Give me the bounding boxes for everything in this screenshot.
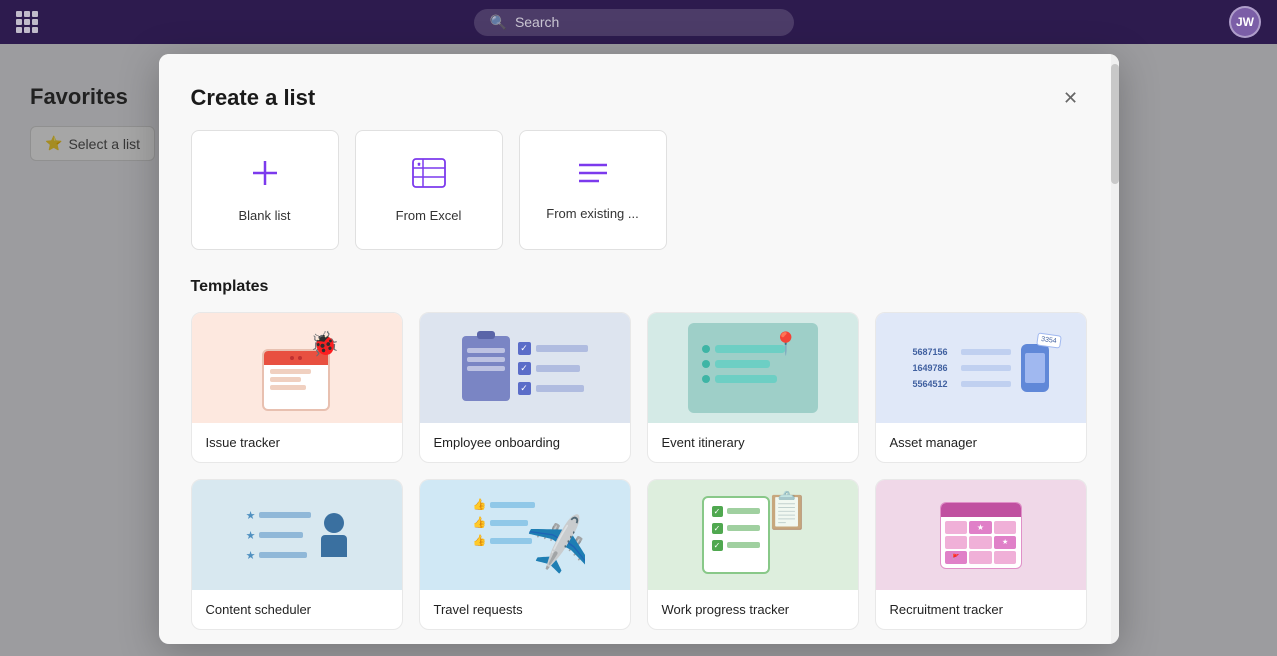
- from-excel-card[interactable]: From Excel: [355, 130, 503, 250]
- employee-onboarding-thumb: ✓ ✓ ✓: [420, 313, 630, 423]
- template-card-work-progress[interactable]: ✓ ✓ ✓: [647, 479, 859, 630]
- work-progress-thumb: ✓ ✓ ✓: [648, 480, 858, 590]
- scrollbar-thumb[interactable]: [1111, 64, 1119, 184]
- close-button[interactable]: ✕: [1055, 82, 1087, 114]
- template-card-recruitment[interactable]: ★ ★ 🚩 Recruitment tracker: [875, 479, 1087, 630]
- employee-onboarding-label: Employee onboarding: [420, 423, 630, 462]
- templates-section-title: Templates: [191, 278, 1087, 296]
- event-itinerary-thumb: 📍: [648, 313, 858, 423]
- templates-grid: 🐞 Issue tracker: [191, 312, 1087, 630]
- template-card-travel-requests[interactable]: 👍 👍 👍: [419, 479, 631, 630]
- recruitment-label: Recruitment tracker: [876, 590, 1086, 629]
- issue-tracker-thumb: 🐞: [192, 313, 402, 423]
- blank-list-label: Blank list: [238, 208, 290, 223]
- topbar-left: [16, 11, 38, 33]
- template-card-event-itinerary[interactable]: 📍: [647, 312, 859, 463]
- modal-overlay: Create a list ✕ Blank list: [0, 44, 1277, 656]
- plus-icon: [249, 157, 281, 196]
- template-card-issue-tracker[interactable]: 🐞 Issue tracker: [191, 312, 403, 463]
- search-placeholder: Search: [515, 14, 559, 30]
- issue-tracker-label: Issue tracker: [192, 423, 402, 462]
- modal-body: Blank list From Excel: [159, 130, 1119, 644]
- scrollbar-track[interactable]: [1111, 54, 1119, 644]
- content-scheduler-label: Content scheduler: [192, 590, 402, 629]
- search-icon: 🔍: [490, 14, 507, 31]
- lines-icon: [575, 159, 611, 194]
- template-card-asset-manager[interactable]: 5687156 1649786 5564512: [875, 312, 1087, 463]
- recruitment-thumb: ★ ★ 🚩: [876, 480, 1086, 590]
- travel-requests-label: Travel requests: [420, 590, 630, 629]
- create-list-modal: Create a list ✕ Blank list: [159, 54, 1119, 644]
- from-excel-label: From Excel: [396, 208, 462, 223]
- content-scheduler-thumb: ★ ★ ★: [192, 480, 402, 590]
- template-card-content-scheduler[interactable]: ★ ★ ★: [191, 479, 403, 630]
- work-progress-label: Work progress tracker: [648, 590, 858, 629]
- from-existing-card[interactable]: From existing ...: [519, 130, 667, 250]
- modal-title: Create a list: [191, 85, 316, 111]
- apps-icon[interactable]: [16, 11, 38, 33]
- travel-requests-thumb: 👍 👍 👍: [420, 480, 630, 590]
- template-card-employee-onboarding[interactable]: ✓ ✓ ✓: [419, 312, 631, 463]
- asset-manager-thumb: 5687156 1649786 5564512: [876, 313, 1086, 423]
- asset-manager-label: Asset manager: [876, 423, 1086, 462]
- topbar: 🔍 Search JW: [0, 0, 1277, 44]
- modal-header: Create a list ✕: [159, 54, 1119, 130]
- from-existing-label: From existing ...: [546, 206, 638, 221]
- avatar[interactable]: JW: [1229, 6, 1261, 38]
- search-bar[interactable]: 🔍 Search: [474, 9, 794, 36]
- excel-icon: [411, 157, 447, 196]
- options-row: Blank list From Excel: [191, 130, 1087, 250]
- event-itinerary-label: Event itinerary: [648, 423, 858, 462]
- blank-list-card[interactable]: Blank list: [191, 130, 339, 250]
